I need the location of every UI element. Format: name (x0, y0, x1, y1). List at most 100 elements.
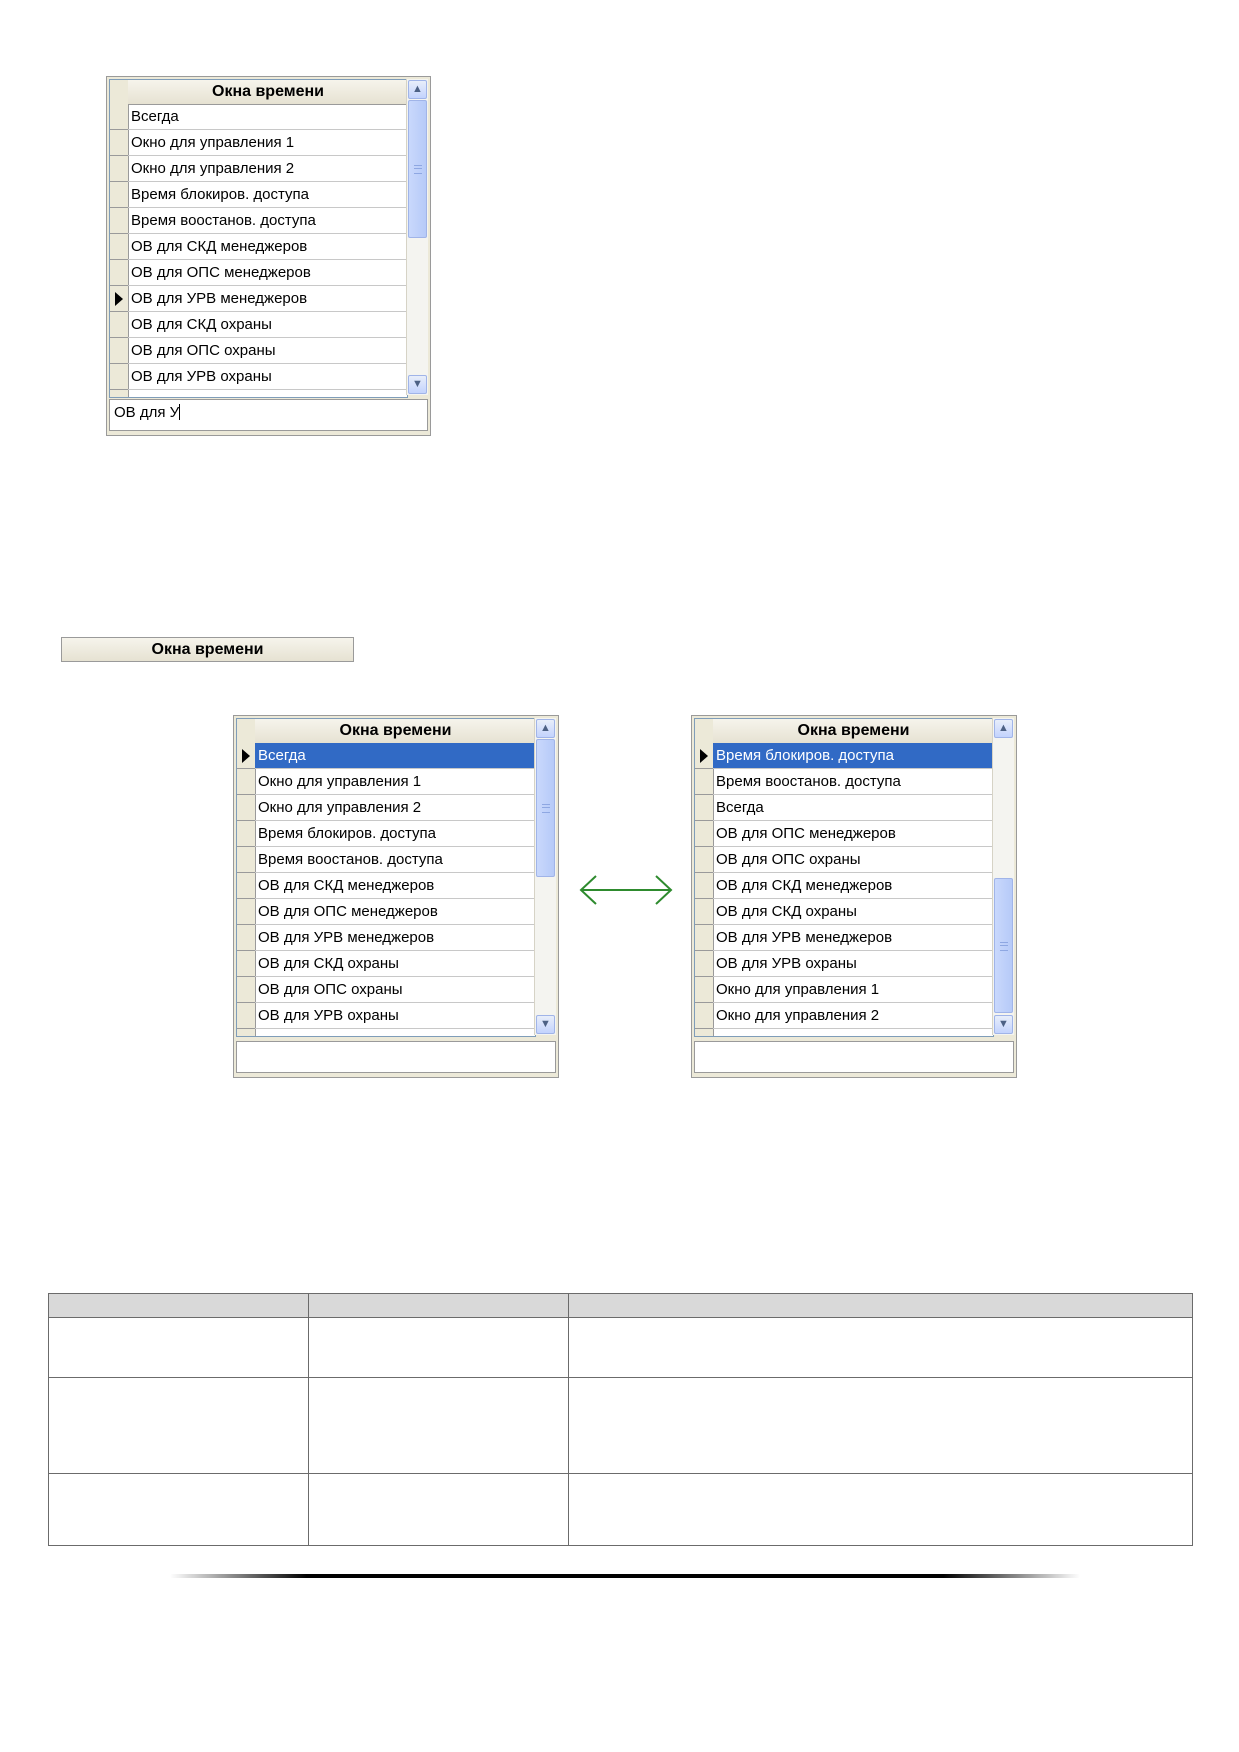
scroll-down-icon[interactable]: ▼ (994, 1015, 1013, 1034)
row-indicator[interactable] (237, 795, 255, 821)
row-indicator[interactable] (110, 286, 128, 312)
row-indicator[interactable] (237, 977, 255, 1003)
scroll-up-icon[interactable]: ▲ (408, 80, 427, 99)
table-row[interactable]: Окно для управления 1 (128, 130, 407, 156)
grip-icon (1000, 941, 1008, 951)
row-indicator[interactable] (110, 156, 128, 182)
search-input[interactable] (236, 1041, 556, 1073)
row-indicator[interactable] (237, 951, 255, 977)
row-indicator[interactable] (110, 260, 128, 286)
row-indicator[interactable] (110, 312, 128, 338)
scroll-thumb[interactable] (408, 100, 427, 238)
table-row[interactable]: Время блокиров. доступа (255, 821, 535, 847)
row-indicator[interactable] (695, 899, 713, 925)
row-indicator[interactable] (695, 977, 713, 1003)
scroll-down-icon[interactable]: ▼ (536, 1015, 555, 1034)
table-row[interactable]: ОВ для СКД охраны (128, 312, 407, 338)
row-indicator[interactable] (695, 821, 713, 847)
row-indicator[interactable] (237, 847, 255, 873)
table-row[interactable]: Окно для управления 2 (255, 795, 535, 821)
row-indicator[interactable] (110, 234, 128, 260)
table-row[interactable]: Всегда (713, 795, 993, 821)
column-header[interactable]: Окна времени (713, 719, 993, 744)
row-indicator[interactable] (110, 182, 128, 208)
table-row[interactable]: ОВ для УРВ менеджеров (255, 925, 535, 951)
row-indicator[interactable] (695, 743, 713, 769)
vertical-scrollbar[interactable]: ▲ ▼ (406, 79, 428, 395)
row-indicator[interactable] (695, 847, 713, 873)
table-row[interactable]: Окно для управления 1 (713, 977, 993, 1003)
table-row[interactable]: Окно для управления 1 (255, 769, 535, 795)
table-cell (48, 1377, 309, 1474)
table-row[interactable]: ОВ для ОПС охраны (128, 338, 407, 364)
row-indicator[interactable] (110, 208, 128, 234)
scroll-thumb[interactable] (994, 878, 1013, 1013)
row-indicator[interactable] (237, 769, 255, 795)
row-indicator[interactable] (237, 1003, 255, 1029)
table-row[interactable]: ОВ для ОПС менеджеров (713, 821, 993, 847)
row-indicator[interactable] (237, 925, 255, 951)
table-row[interactable]: ОВ для СКД охраны (713, 899, 993, 925)
table-cell (48, 1317, 309, 1378)
vertical-scrollbar[interactable]: ▲ ▼ (534, 718, 556, 1035)
column-header[interactable]: Окна времени (128, 80, 407, 105)
table-row[interactable]: ОВ для ОПС менеджеров (128, 260, 407, 286)
table-row[interactable]: Время блокиров. доступа (713, 743, 993, 769)
table-row[interactable]: Окно для управления 2 (128, 156, 407, 182)
row-indicator[interactable] (237, 899, 255, 925)
current-row-arrow-icon (700, 749, 708, 763)
search-input[interactable]: ОВ для У (109, 399, 428, 431)
scroll-thumb[interactable] (536, 739, 555, 877)
table-row[interactable]: ОВ для УРВ менеджеров (713, 925, 993, 951)
table-row[interactable]: Время блокиров. доступа (128, 182, 407, 208)
row-indicator[interactable] (695, 769, 713, 795)
search-input-value: ОВ для У (114, 404, 180, 421)
table-row[interactable]: ОВ для УРВ менеджеров (128, 286, 407, 312)
table-row[interactable]: Всегда (128, 104, 407, 130)
grid-body: Окна времени Время блокиров. доступа Врем… (694, 718, 994, 1037)
column-header[interactable]: Окна времени (255, 719, 535, 744)
table-row[interactable]: Время воостанов. доступа (128, 208, 407, 234)
table-row[interactable]: Время воостанов. доступа (255, 847, 535, 873)
table-row[interactable]: ОВ для СКД охраны (255, 951, 535, 977)
row-indicator[interactable] (695, 1003, 713, 1029)
table-row[interactable]: ОВ для УРВ охраны (255, 1003, 535, 1029)
scroll-up-icon[interactable]: ▲ (536, 719, 555, 738)
sort-header-button[interactable]: Окна времени (61, 637, 354, 662)
table-row[interactable]: ОВ для УРВ охраны (713, 951, 993, 977)
table-header-cell (308, 1293, 569, 1318)
table-row[interactable]: ОВ для УРВ охраны (128, 364, 407, 390)
table-row[interactable]: Всегда (255, 743, 535, 769)
vertical-scrollbar[interactable]: ▲ ▼ (992, 718, 1014, 1035)
table-row[interactable]: Окно для управления 2 (713, 1003, 993, 1029)
table-row (48, 1377, 1193, 1474)
row-indicator[interactable] (237, 743, 255, 769)
row-indicator[interactable] (110, 364, 128, 390)
row-indicator[interactable] (695, 925, 713, 951)
grid-body: Окна времени Всегда Окно для управления 1… (236, 718, 536, 1037)
scroll-down-icon[interactable]: ▼ (408, 375, 427, 394)
table-cell (308, 1473, 569, 1546)
table-row[interactable]: ОВ для ОПС охраны (255, 977, 535, 1003)
table-row (48, 1473, 1193, 1546)
footer-divider (170, 1574, 1080, 1578)
row-indicator[interactable] (110, 338, 128, 364)
search-input[interactable] (694, 1041, 1014, 1073)
row-indicator[interactable] (237, 873, 255, 899)
table-cell (48, 1473, 309, 1546)
scroll-up-icon[interactable]: ▲ (994, 719, 1013, 738)
table-row[interactable]: ОВ для ОПС менеджеров (255, 899, 535, 925)
table-row[interactable]: ОВ для СКД менеджеров (255, 873, 535, 899)
row-indicator[interactable] (110, 130, 128, 156)
table-cell (308, 1377, 569, 1474)
row-indicator[interactable] (695, 873, 713, 899)
table-row[interactable]: ОВ для ОПС охраны (713, 847, 993, 873)
table-row[interactable]: Время воостанов. доступа (713, 769, 993, 795)
row-indicator[interactable] (237, 821, 255, 847)
row-indicator[interactable] (110, 104, 128, 130)
table-row[interactable]: ОВ для СКД менеджеров (713, 873, 993, 899)
row-indicator[interactable] (695, 795, 713, 821)
table-row[interactable]: ОВ для СКД менеджеров (128, 234, 407, 260)
row-indicator[interactable] (695, 951, 713, 977)
table-header-cell (48, 1293, 309, 1318)
